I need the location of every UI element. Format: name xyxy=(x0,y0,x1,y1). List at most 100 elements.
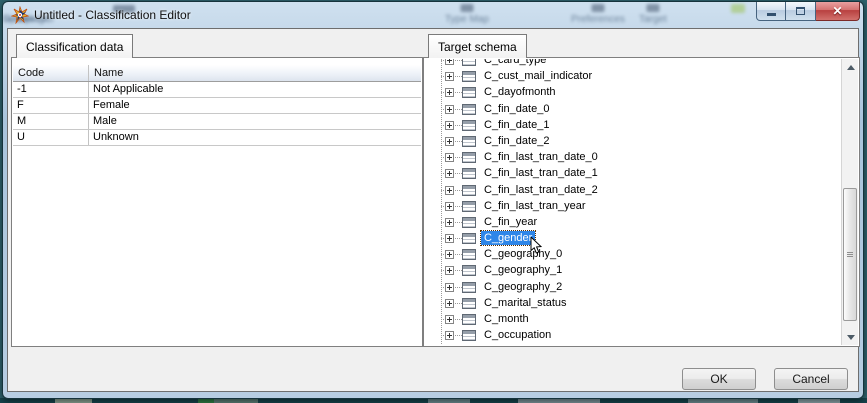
scrollbar-thumb[interactable] xyxy=(843,188,857,321)
tree-item-label[interactable]: C_fin_date_0 xyxy=(481,102,552,116)
expand-plus-icon[interactable] xyxy=(445,299,454,308)
cell-code[interactable]: M xyxy=(13,114,89,129)
tree-item-label[interactable]: C_product_type xyxy=(481,344,565,345)
expand-plus-icon[interactable] xyxy=(445,105,454,114)
tree-item-label[interactable]: C_fin_date_1 xyxy=(481,118,552,132)
column-header-code[interactable]: Code xyxy=(13,65,89,81)
table-node-icon xyxy=(462,217,476,228)
tree-item-label[interactable]: C_fin_last_tran_year xyxy=(481,199,589,213)
cell-code[interactable]: U xyxy=(13,130,89,145)
maximize-icon xyxy=(796,7,805,15)
table-node-icon xyxy=(462,87,476,98)
tree-item-label[interactable]: C_fin_last_tran_date_0 xyxy=(481,150,601,164)
background-blob xyxy=(731,4,745,13)
tree-item-label[interactable]: C_fin_last_tran_date_2 xyxy=(481,183,601,197)
tree-item[interactable]: C_fin_last_tran_date_2 xyxy=(425,182,841,198)
expand-plus-icon[interactable] xyxy=(445,266,454,275)
expand-plus-icon[interactable] xyxy=(445,121,454,130)
expand-plus-icon[interactable] xyxy=(445,186,454,195)
tree-item-label[interactable]: C_fin_year xyxy=(481,215,540,229)
tree-item-label[interactable]: C_month xyxy=(481,312,532,326)
window-title: Untitled - Classification Editor xyxy=(34,8,191,22)
table-row[interactable]: MMale xyxy=(13,114,421,130)
expand-plus-icon[interactable] xyxy=(445,202,454,211)
expand-plus-icon[interactable] xyxy=(445,169,454,178)
close-icon: ✕ xyxy=(832,5,842,17)
tab-target-schema[interactable]: Target schema xyxy=(428,34,527,58)
expand-plus-icon[interactable] xyxy=(445,250,454,259)
expand-plus-icon[interactable] xyxy=(445,315,454,324)
tree-item[interactable]: C_fin_last_tran_date_1 xyxy=(425,165,841,181)
mouse-cursor-icon xyxy=(530,237,542,255)
maximize-button[interactable] xyxy=(786,2,816,21)
cell-code[interactable]: -1 xyxy=(13,82,89,97)
tree-item[interactable]: C_fin_last_tran_date_0 xyxy=(425,149,841,165)
tab-target-schema-label: Target schema xyxy=(438,40,517,54)
tree-item[interactable]: C_month xyxy=(425,311,841,327)
tree-item-label[interactable]: C_geography_2 xyxy=(481,280,565,294)
tree-item[interactable]: C_geography_1 xyxy=(425,262,841,278)
table-row[interactable]: -1Not Applicable xyxy=(13,82,421,98)
arrow-down-icon xyxy=(847,335,855,340)
tree-scrollbar[interactable] xyxy=(841,59,858,345)
ok-button[interactable]: OK xyxy=(682,368,756,390)
expand-plus-icon[interactable] xyxy=(445,137,454,146)
tree-item[interactable]: C_fin_date_0 xyxy=(425,101,841,117)
expand-plus-icon[interactable] xyxy=(445,234,454,243)
tree-item[interactable]: C_product_type xyxy=(425,343,841,345)
tree-item-label[interactable]: C_cust_mail_indicator xyxy=(481,69,595,83)
table-node-icon xyxy=(462,314,476,325)
table-node-icon xyxy=(462,71,476,82)
cancel-button[interactable]: Cancel xyxy=(774,368,848,390)
table-node-icon xyxy=(462,168,476,179)
cell-name[interactable]: Unknown xyxy=(89,130,421,145)
tree-item[interactable]: C_fin_date_2 xyxy=(425,133,841,149)
tree-item-label[interactable]: C_fin_last_tran_date_1 xyxy=(481,166,601,180)
tree-item-selected[interactable]: C_gender xyxy=(425,230,841,246)
expand-plus-icon[interactable] xyxy=(445,218,454,227)
table-node-icon xyxy=(462,104,476,115)
tree-item[interactable]: C_fin_date_1 xyxy=(425,117,841,133)
tree-item-label[interactable]: C_card_type xyxy=(481,59,549,67)
tree-item[interactable]: C_geography_0 xyxy=(425,246,841,262)
table-header-row: Code Name xyxy=(13,65,421,82)
tree-item[interactable]: C_geography_2 xyxy=(425,279,841,295)
cell-code[interactable]: F xyxy=(13,98,89,113)
tree-item-label[interactable]: C_marital_status xyxy=(481,296,570,310)
tab-classification-data[interactable]: Classification data xyxy=(16,34,133,58)
cell-name[interactable]: Male xyxy=(89,114,421,129)
tree-item[interactable]: C_fin_last_tran_year xyxy=(425,198,841,214)
expand-plus-icon[interactable] xyxy=(445,88,454,97)
tree-item-label[interactable]: C_geography_0 xyxy=(481,247,565,261)
tree-item[interactable]: C_fin_year xyxy=(425,214,841,230)
tree-item[interactable]: C_cust_mail_indicator xyxy=(425,68,841,84)
scroll-up-button[interactable] xyxy=(842,59,859,75)
expand-plus-icon[interactable] xyxy=(445,331,454,340)
background-toolbar-item: Target xyxy=(639,14,667,25)
table-row[interactable]: FFemale xyxy=(13,98,421,114)
tree-item[interactable]: C_marital_status xyxy=(425,295,841,311)
table-row[interactable]: UUnknown xyxy=(13,130,421,146)
column-header-name[interactable]: Name xyxy=(89,65,421,81)
expand-plus-icon[interactable] xyxy=(445,59,454,65)
tree-item-label[interactable]: C_geography_1 xyxy=(481,263,565,277)
close-button[interactable]: ✕ xyxy=(816,2,860,21)
table-node-icon xyxy=(462,201,476,212)
titlebar[interactable]: Type MapPreferencesTargetGroupingUpdate … xyxy=(3,2,863,28)
scroll-down-button[interactable] xyxy=(842,329,859,345)
tree-item-label[interactable]: C_dayofmonth xyxy=(481,85,559,99)
tree-item-label[interactable]: C_occupation xyxy=(481,328,554,342)
expand-plus-icon[interactable] xyxy=(445,153,454,162)
minimize-button[interactable] xyxy=(756,2,786,21)
tree-item[interactable]: C_dayofmonth xyxy=(425,84,841,100)
table-node-icon xyxy=(462,233,476,244)
tree-item[interactable]: C_occupation xyxy=(425,327,841,343)
tree-item-label[interactable]: C_gender xyxy=(481,231,535,245)
cell-name[interactable]: Female xyxy=(89,98,421,113)
expand-plus-icon[interactable] xyxy=(445,72,454,81)
window-controls: ✕ xyxy=(756,2,860,21)
expand-plus-icon[interactable] xyxy=(445,283,454,292)
tree-item[interactable]: C_card_type xyxy=(425,59,841,68)
tree-item-label[interactable]: C_fin_date_2 xyxy=(481,134,552,148)
cell-name[interactable]: Not Applicable xyxy=(89,82,421,97)
